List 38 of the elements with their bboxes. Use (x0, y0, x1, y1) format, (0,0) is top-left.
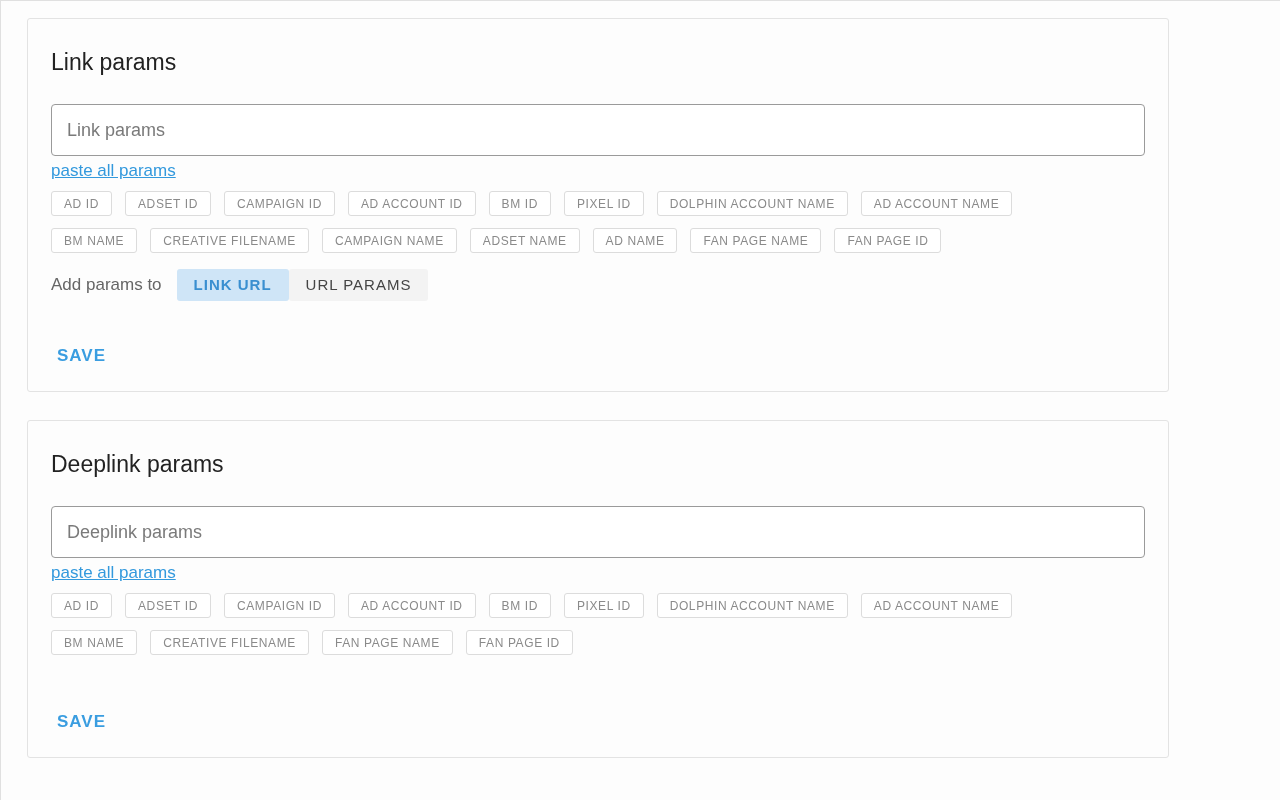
param-chip[interactable]: ADSET ID (125, 191, 211, 216)
param-chip[interactable]: AD NAME (592, 228, 678, 253)
param-chip[interactable]: AD ID (51, 593, 112, 618)
params-input-field[interactable]: Deeplink params (51, 506, 1145, 558)
param-chip[interactable]: AD ID (51, 191, 112, 216)
target-toggle-option[interactable]: LINK URL (176, 269, 289, 301)
target-toggle-option[interactable]: URL PARAMS (288, 269, 429, 301)
param-chip[interactable]: CAMPAIGN ID (223, 593, 335, 618)
param-chip[interactable]: CREATIVE FILENAME (150, 228, 309, 253)
param-chip[interactable]: FAN PAGE NAME (321, 630, 453, 655)
param-chip[interactable]: AD ACCOUNT NAME (860, 191, 1013, 216)
save-button[interactable]: SAVE (51, 707, 113, 737)
paste-all-params-link[interactable]: paste all params (51, 562, 176, 584)
param-chip[interactable]: FAN PAGE ID (834, 228, 942, 253)
param-chip[interactable]: CREATIVE FILENAME (150, 630, 309, 655)
param-chip[interactable]: ADSET ID (125, 593, 211, 618)
param-chip[interactable]: ADSET NAME (469, 228, 580, 253)
param-chip[interactable]: CAMPAIGN NAME (321, 228, 457, 253)
params-input-field[interactable]: Link params (51, 104, 1145, 156)
param-chip[interactable]: AD ACCOUNT NAME (860, 593, 1013, 618)
param-chip[interactable]: FAN PAGE NAME (690, 228, 822, 253)
param-chip[interactable]: BM ID (488, 191, 551, 216)
add-params-label: Add params to (51, 274, 162, 297)
param-chip[interactable]: PIXEL ID (563, 593, 644, 618)
param-chip[interactable]: BM NAME (51, 228, 138, 253)
param-chip[interactable]: FAN PAGE ID (465, 630, 573, 655)
param-chip[interactable]: PIXEL ID (563, 191, 644, 216)
save-button[interactable]: SAVE (51, 341, 113, 371)
param-chip[interactable]: AD ACCOUNT ID (348, 593, 476, 618)
card-title: Link params (51, 48, 177, 77)
param-chip[interactable]: BM ID (488, 593, 551, 618)
param-chip[interactable]: DOLPHIN ACCOUNT NAME (656, 191, 848, 216)
paste-all-params-link[interactable]: paste all params (51, 160, 176, 182)
param-chip[interactable]: CAMPAIGN ID (223, 191, 335, 216)
param-chip[interactable]: DOLPHIN ACCOUNT NAME (656, 593, 848, 618)
param-chip[interactable]: AD ACCOUNT ID (348, 191, 476, 216)
param-chip[interactable]: BM NAME (51, 630, 138, 655)
card-title: Deeplink params (51, 450, 224, 479)
